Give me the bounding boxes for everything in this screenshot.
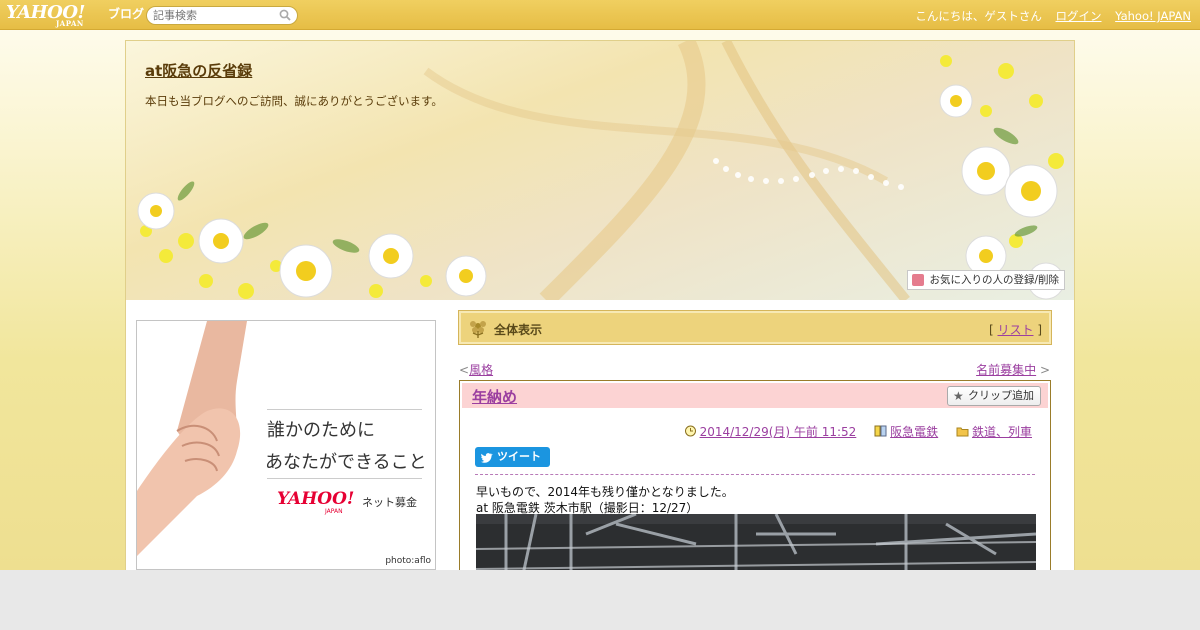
ad-tagline: ネット募金 [362,496,417,509]
favorite-button-label: お気に入りの人の登録/削除 [929,274,1059,286]
page-footer-area [0,570,1200,630]
logo-sub-text: JAPAN [56,19,84,28]
yahoo-japan-link[interactable]: Yahoo! JAPAN [1115,9,1191,23]
search-input[interactable] [153,8,275,23]
prev-post-link[interactable]: 風格 [469,363,493,377]
post-body-line-1: 早いもので、2014年も残り僅かとなりました。 [476,485,734,499]
ad-yahoo-logo-sub: JAPAN [325,508,343,515]
folder-icon [956,427,969,437]
login-link[interactable]: ログイン [1056,9,1102,23]
clock-icon [684,425,696,437]
ad-rule-bottom [267,478,422,479]
all-display-label[interactable]: 全体表示 [494,321,542,338]
next-post-link[interactable]: 名前募集中 [976,363,1036,377]
book-icon [874,425,887,437]
top-bar: YAHOO! JAPAN ブログ こんにちは、ゲストさん ログイン Yahoo!… [0,0,1200,30]
tweet-button[interactable]: ツイート [475,447,550,467]
clip-add-label: クリップ追加 [968,389,1034,402]
post-divider [475,474,1035,475]
sidebar-ad-banner[interactable]: 誰かのために あなたができること YAHOO! JAPAN ネット募金 phot… [136,320,436,570]
clip-add-button[interactable]: ★ クリップ追加 [947,386,1041,406]
hands-image [137,321,247,556]
heart-icon [912,274,925,286]
list-view-toggle: [ リスト ] [988,323,1042,337]
star-icon: ★ [953,389,964,403]
post-category-link[interactable]: 阪急電鉄 [890,425,938,439]
main-container: at阪急の反省録 本日も当ブログへのご訪問、誠にありがとうございます。 お気に入… [125,40,1075,581]
post-header: 年納め ★ クリップ追加 [462,383,1048,408]
next-post-nav: 名前募集中 > [976,363,1050,377]
blog-description: 本日も当ブログへのご訪問、誠にありがとうございます。 [145,94,443,108]
post-meta: 2014/12/29(月) 午前 11:52 阪急電鉄 鉄道、列車 [684,423,1032,440]
ad-yahoo-logo: YAHOO! [277,489,355,509]
user-links: こんにちは、ゲストさん ログイン Yahoo! JAPAN [915,8,1191,24]
greeting-text: こんにちは、ゲストさん [915,9,1042,23]
ad-photo-credit: photo:aflo [385,556,431,566]
blog-post: 年納め ★ クリップ追加 2014/12/29(月) 午前 11:52 阪急電鉄… [459,380,1051,581]
favorite-button[interactable]: お気に入りの人の登録/削除 [907,270,1065,290]
all-display-bar: 全体表示 [ リスト ] [458,310,1052,345]
ad-headline-2: あなたができること [265,452,427,473]
twitter-bird-icon [481,453,493,463]
post-title[interactable]: 年納め [472,386,517,407]
flower-icon [470,321,486,338]
post-folder-link[interactable]: 鉄道、列車 [972,425,1032,439]
list-link[interactable]: リスト [997,323,1033,337]
logo-blog-text: ブログ [108,7,145,21]
ad-rule-top [267,409,422,410]
blog-header: at阪急の反省録 本日も当ブログへのご訪問、誠にありがとうございます。 お気に入… [126,41,1074,300]
blog-title[interactable]: at阪急の反省録 [145,60,252,81]
post-datetime-link[interactable]: 2014/12/29(月) 午前 11:52 [700,425,857,439]
header-flower-image [137,41,1065,300]
tweet-button-label: ツイート [497,450,541,463]
prev-post-nav: <風格 [459,363,494,377]
search-box [146,6,298,25]
ad-headline-1: 誰かのために [267,420,375,441]
search-icon[interactable] [279,9,291,21]
